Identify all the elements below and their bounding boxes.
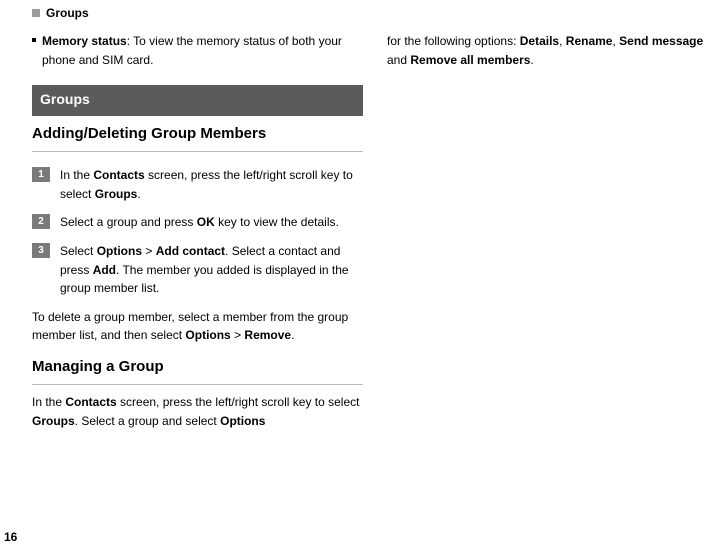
step-1-body: In the Contacts screen, press the left/r… — [60, 166, 363, 203]
step-2-mid: key to view the details. — [215, 215, 339, 229]
right-post: . — [530, 53, 533, 67]
step-3-body: Select Options > Add contact. Select a c… — [60, 242, 363, 298]
step-number-3: 3 — [32, 243, 50, 258]
right-paragraph: for the following options: Details, Rena… — [387, 32, 707, 69]
step-1: 1 In the Contacts screen, press the left… — [32, 166, 363, 203]
step-number-1: 1 — [32, 167, 50, 182]
step-1-post: . — [137, 187, 140, 201]
section-bar-groups: Groups — [32, 85, 363, 116]
bullet-icon — [32, 38, 36, 42]
section-marker: Groups — [32, 6, 707, 20]
step-3-b2: Add contact — [156, 244, 225, 258]
step-2-b1: OK — [197, 215, 215, 229]
right-c1: , — [559, 34, 566, 48]
right-pre: for the following options: — [387, 34, 520, 48]
two-column-layout: Memory status: To view the memory status… — [18, 32, 707, 430]
manage-b1: Contacts — [65, 395, 116, 409]
manage-mid: screen, press the left/right scroll key … — [117, 395, 360, 409]
manage-mid2: . Select a group and select — [75, 414, 220, 428]
manage-pre: In the — [32, 395, 65, 409]
step-2-body: Select a group and press OK key to view … — [60, 213, 363, 232]
step-3-b1: Options — [97, 244, 142, 258]
delete-post: . — [291, 328, 294, 342]
managing-paragraph: In the Contacts screen, press the left/r… — [32, 393, 363, 430]
manage-b2: Groups — [32, 414, 75, 428]
page: Groups Memory status: To view the memory… — [0, 0, 725, 550]
steps-list: 1 In the Contacts screen, press the left… — [32, 166, 363, 298]
memory-status-bold: Memory status — [42, 34, 127, 48]
step-3-b3: Add — [93, 263, 116, 277]
left-column: Memory status: To view the memory status… — [18, 32, 363, 430]
step-3-pre: Select — [60, 244, 97, 258]
step-1-b2: Groups — [95, 187, 138, 201]
step-3-mid: > — [142, 244, 156, 258]
step-2: 2 Select a group and press OK key to vie… — [32, 213, 363, 232]
right-b3: Send message — [619, 34, 703, 48]
manage-b3: Options — [220, 414, 265, 428]
memory-status-bullet: Memory status: To view the memory status… — [32, 32, 363, 69]
delete-member-paragraph: To delete a group member, select a membe… — [32, 308, 363, 345]
delete-b2: Remove — [244, 328, 291, 342]
page-number: 16 — [4, 530, 17, 544]
delete-mid: > — [231, 328, 245, 342]
right-b4: Remove all members — [410, 53, 530, 67]
delete-b1: Options — [185, 328, 230, 342]
right-b2: Rename — [566, 34, 613, 48]
right-b1: Details — [520, 34, 559, 48]
step-1-pre: In the — [60, 168, 93, 182]
right-c3: and — [387, 53, 410, 67]
step-1-b1: Contacts — [93, 168, 144, 182]
step-number-2: 2 — [32, 214, 50, 229]
step-2-pre: Select a group and press — [60, 215, 197, 229]
step-3: 3 Select Options > Add contact. Select a… — [32, 242, 363, 298]
subheading-add-delete: Adding/Deleting Group Members — [32, 122, 363, 152]
memory-status-text: Memory status: To view the memory status… — [42, 32, 363, 69]
right-column: for the following options: Details, Rena… — [387, 32, 707, 430]
square-icon — [32, 9, 40, 17]
section-marker-label: Groups — [46, 6, 89, 20]
subheading-managing: Managing a Group — [32, 355, 363, 385]
